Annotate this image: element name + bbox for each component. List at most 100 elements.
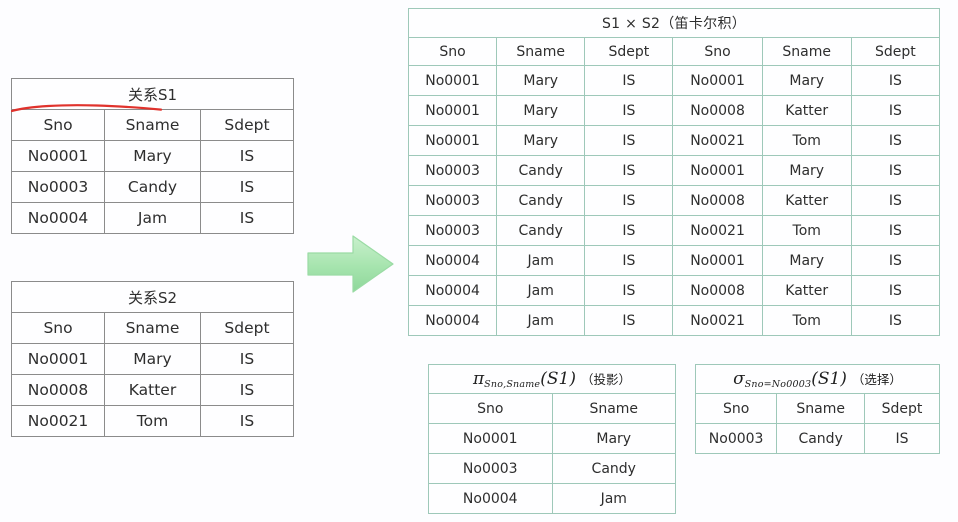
- s1-cell-0-2: IS: [199, 140, 295, 172]
- cart-cell-1-3: No0008: [672, 95, 763, 126]
- table-projection: πSno,Sname(S1) （投影） Sno Sname No0001 Mary…: [428, 364, 676, 514]
- table-header-row: Sno Sname: [428, 393, 676, 424]
- cart-cell-7-3: No0008: [672, 275, 763, 306]
- cart-col-header-4: Sname: [761, 37, 852, 66]
- sel-col-header-1: Sname: [776, 393, 866, 424]
- cart-cell-2-1: Mary: [496, 125, 586, 156]
- cart-cell-0-1: Mary: [496, 65, 586, 96]
- cart-cell-2-3: No0021: [672, 125, 763, 156]
- cart-cell-0-3: No0001: [672, 65, 763, 96]
- cart-cell-4-5: IS: [850, 185, 941, 216]
- table-row: No0003 Candy IS No0021 Tom IS: [407, 215, 941, 246]
- cart-cell-5-1: Candy: [496, 215, 586, 246]
- s2-cell-2-2: IS: [199, 405, 295, 437]
- table-header-row: Sno Sname Sdept: [10, 312, 295, 344]
- cart-cell-7-5: IS: [850, 275, 941, 306]
- s2-cell-1-2: IS: [199, 374, 295, 406]
- table-row: No0004 Jam IS: [10, 202, 295, 234]
- cartesian-caption: S1 × S2（笛卡尔积）: [408, 8, 940, 38]
- cart-col-header-0: Sno: [407, 37, 498, 66]
- s2-cell-0-0: No0001: [10, 343, 106, 375]
- cart-cell-7-4: Katter: [761, 275, 852, 306]
- proj-col-header-1: Sname: [551, 393, 676, 424]
- sel-col-header-0: Sno: [694, 393, 778, 424]
- cart-cell-3-2: IS: [584, 155, 674, 186]
- s1-cell-1-0: No0003: [10, 171, 106, 203]
- sel-cell-0-1: Candy: [776, 423, 866, 454]
- table-row: No0003 Candy IS: [10, 171, 295, 203]
- cart-cell-1-5: IS: [850, 95, 941, 126]
- table-header-row: Sno Sname Sdept: [694, 393, 940, 424]
- cart-cell-5-0: No0003: [407, 215, 498, 246]
- cart-cell-6-0: No0004: [407, 245, 498, 276]
- table-row: No0001 Mary: [428, 423, 676, 454]
- s2-cell-1-0: No0008: [10, 374, 106, 406]
- cart-cell-7-2: IS: [584, 275, 674, 306]
- table-selection: σSno=No0003(S1) （选择） Sno Sname Sdept No00…: [694, 364, 940, 454]
- proj-cell-2-1: Jam: [551, 483, 676, 514]
- cart-cell-5-3: No0021: [672, 215, 763, 246]
- cart-cell-6-3: No0001: [672, 245, 763, 276]
- table-row: No0004 Jam IS No0021 Tom IS: [407, 305, 941, 336]
- arrow-right-container: [305, 228, 397, 300]
- cart-cell-5-5: IS: [850, 215, 941, 246]
- cart-cell-1-1: Mary: [496, 95, 586, 126]
- cart-cell-3-1: Candy: [496, 155, 586, 186]
- table-header-row: Sno Sname Sdept: [10, 109, 295, 141]
- cart-cell-3-5: IS: [850, 155, 941, 186]
- cart-cell-8-5: IS: [850, 305, 941, 336]
- cart-cell-4-1: Candy: [496, 185, 586, 216]
- s1-col-header-0: Sno: [10, 109, 106, 141]
- cart-cell-7-0: No0004: [407, 275, 498, 306]
- proj-cell-1-1: Candy: [551, 453, 676, 484]
- proj-col-header-0: Sno: [428, 393, 553, 424]
- cart-cell-4-4: Katter: [761, 185, 852, 216]
- sel-cell-0-2: IS: [864, 423, 940, 454]
- cart-cell-4-3: No0008: [672, 185, 763, 216]
- s1-cell-2-2: IS: [199, 202, 295, 234]
- table-row: No0001 Mary IS No0008 Katter IS: [407, 95, 941, 126]
- s2-cell-0-2: IS: [199, 343, 295, 375]
- s1-col-header-1: Sname: [104, 109, 201, 141]
- sel-col-header-2: Sdept: [864, 393, 940, 424]
- pi-argument: (S1): [540, 368, 576, 389]
- cart-cell-8-0: No0004: [407, 305, 498, 336]
- table-row: No0003 Candy IS: [694, 423, 940, 454]
- proj-cell-0-1: Mary: [551, 423, 676, 454]
- table-caption-row: πSno,Sname(S1) （投影）: [428, 364, 676, 394]
- cart-cell-5-4: Tom: [761, 215, 852, 246]
- s2-col-header-1: Sname: [104, 312, 201, 344]
- s2-caption: 关系S2: [11, 281, 294, 313]
- cart-cell-1-2: IS: [584, 95, 674, 126]
- cart-cell-2-0: No0001: [407, 125, 498, 156]
- s1-cell-2-1: Jam: [104, 202, 201, 234]
- selection-formula-cell: σSno=No0003(S1) （选择）: [695, 364, 940, 394]
- table-row: No0003 Candy IS No0008 Katter IS: [407, 185, 941, 216]
- proj-cell-1-0: No0003: [428, 453, 553, 484]
- proj-cell-0-0: No0001: [428, 423, 553, 454]
- s2-cell-2-1: Tom: [104, 405, 201, 437]
- sigma-operator: σ: [733, 368, 745, 389]
- table-caption-row: 关系S1: [11, 78, 294, 110]
- table-cartesian-product: S1 × S2（笛卡尔积） Sno Sname Sdept Sno Sname …: [407, 8, 941, 336]
- cart-cell-6-4: Mary: [761, 245, 852, 276]
- cart-cell-0-4: Mary: [761, 65, 852, 96]
- s2-cell-1-1: Katter: [104, 374, 201, 406]
- cart-cell-4-0: No0003: [407, 185, 498, 216]
- table-caption-row: S1 × S2（笛卡尔积）: [408, 8, 940, 38]
- s1-cell-2-0: No0004: [10, 202, 106, 234]
- cart-cell-1-4: Katter: [761, 95, 852, 126]
- cart-cell-1-0: No0001: [407, 95, 498, 126]
- table-row: No0003 Candy: [428, 453, 676, 484]
- table-row: No0004 Jam: [428, 483, 676, 514]
- s1-cell-1-2: IS: [199, 171, 295, 203]
- proj-cell-2-0: No0004: [428, 483, 553, 514]
- table-row: No0003 Candy IS No0001 Mary IS: [407, 155, 941, 186]
- s1-cell-1-1: Candy: [104, 171, 201, 203]
- cart-cell-2-5: IS: [850, 125, 941, 156]
- selection-formula: σSno=No0003(S1) （选择）: [733, 368, 902, 390]
- table-header-row: Sno Sname Sdept Sno Sname Sdept: [407, 37, 941, 66]
- sel-cell-0-0: No0003: [694, 423, 778, 454]
- table-relation-s2: 关系S2 Sno Sname Sdept No0001 Mary IS No00…: [10, 281, 295, 437]
- cart-cell-2-4: Tom: [761, 125, 852, 156]
